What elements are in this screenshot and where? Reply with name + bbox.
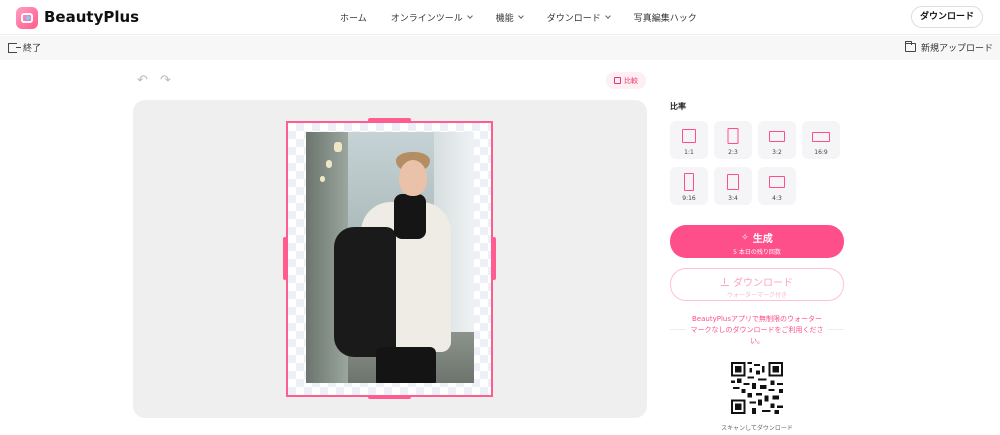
ratio-option-3-4[interactable]: 3:4	[714, 167, 752, 205]
ratio-2-3-icon	[727, 128, 739, 144]
app-promo-text[interactable]: BeautyPlusアプリで無制限のウォーターマークなしのダウンロードをご利用く…	[690, 314, 824, 347]
download-label: ダウンロード	[733, 278, 793, 289]
nav-item-online-tools[interactable]: オンラインツール	[391, 11, 473, 24]
nav-item-download[interactable]: ダウンロード	[547, 11, 611, 24]
ratio-1-1-icon	[682, 129, 696, 143]
ratio-option-2-3[interactable]: 2:3	[714, 121, 752, 159]
exit-icon	[8, 42, 21, 53]
sparkle-icon: ✧	[741, 232, 749, 243]
exit-label: 終了	[23, 44, 42, 54]
ratio-16-9-icon	[812, 132, 830, 142]
download-button[interactable]: ダウンロード ウォーターマーク付き	[670, 268, 844, 301]
undo-icon[interactable]: ↶	[137, 73, 148, 88]
divider-right	[828, 329, 844, 330]
ratio-title: 比率	[670, 102, 686, 111]
compare-button[interactable]: 比較	[606, 72, 646, 89]
crop-handle-left[interactable]	[283, 237, 287, 280]
qr-caption: スキャンしてダウンロード	[721, 425, 793, 432]
generate-label: 生成	[752, 234, 773, 245]
divider-left	[670, 329, 686, 330]
remaining-count: 5 本日の残り回数	[733, 249, 781, 256]
top-navigation-bar: BeautyPlus ホーム オンラインツール 機能 ダウンロード 写真編集ハッ…	[0, 0, 1000, 35]
chevron-down-icon	[466, 13, 473, 19]
exit-button[interactable]: 終了	[8, 41, 41, 54]
crop-handle-bottom[interactable]	[368, 395, 411, 399]
compare-label: 比較	[624, 76, 638, 85]
crop-handle-right[interactable]	[492, 237, 496, 280]
ratio-option-9-16[interactable]: 9:16	[670, 167, 708, 205]
folder-upload-icon	[904, 41, 916, 52]
editor-subbar: 終了 新規アップロード	[0, 36, 1000, 60]
chevron-down-icon	[517, 13, 524, 19]
brand-name[interactable]: BeautyPlus	[44, 8, 139, 26]
nav-item-photo-hacks[interactable]: 写真編集ハック	[634, 11, 697, 24]
ratio-option-1-1[interactable]: 1:1	[670, 121, 708, 159]
compare-icon	[614, 77, 621, 84]
beautyplus-logo-icon[interactable]	[16, 7, 38, 29]
ratio-3-4-icon	[727, 174, 739, 190]
generate-button[interactable]: ✧ 生成 5 本日の残り回数	[670, 225, 844, 258]
uploaded-photo	[306, 132, 474, 383]
new-upload-button[interactable]: 新規アップロード	[904, 41, 993, 54]
new-upload-label: 新規アップロード	[920, 44, 993, 54]
nav-item-home[interactable]: ホーム	[340, 11, 367, 24]
main-nav: ホーム オンラインツール 機能 ダウンロード 写真編集ハック	[340, 11, 721, 24]
ratio-option-3-2[interactable]: 3:2	[758, 121, 796, 159]
ratio-4-3-icon	[769, 176, 785, 188]
watermark-note: ウォーターマーク付き	[726, 292, 787, 299]
qr-code-icon	[731, 362, 783, 414]
nav-item-features[interactable]: 機能	[496, 11, 524, 24]
ratio-9-16-icon	[684, 173, 694, 191]
header-download-button[interactable]: ダウンロード	[910, 6, 983, 28]
download-icon	[721, 277, 729, 286]
crop-handle-top[interactable]	[368, 118, 411, 122]
ratio-option-16-9[interactable]: 16:9	[802, 121, 840, 159]
chevron-down-icon	[604, 13, 611, 19]
redo-icon[interactable]: ↷	[160, 73, 171, 88]
ratio-3-2-icon	[769, 131, 785, 142]
ratio-option-4-3[interactable]: 4:3	[758, 167, 796, 205]
